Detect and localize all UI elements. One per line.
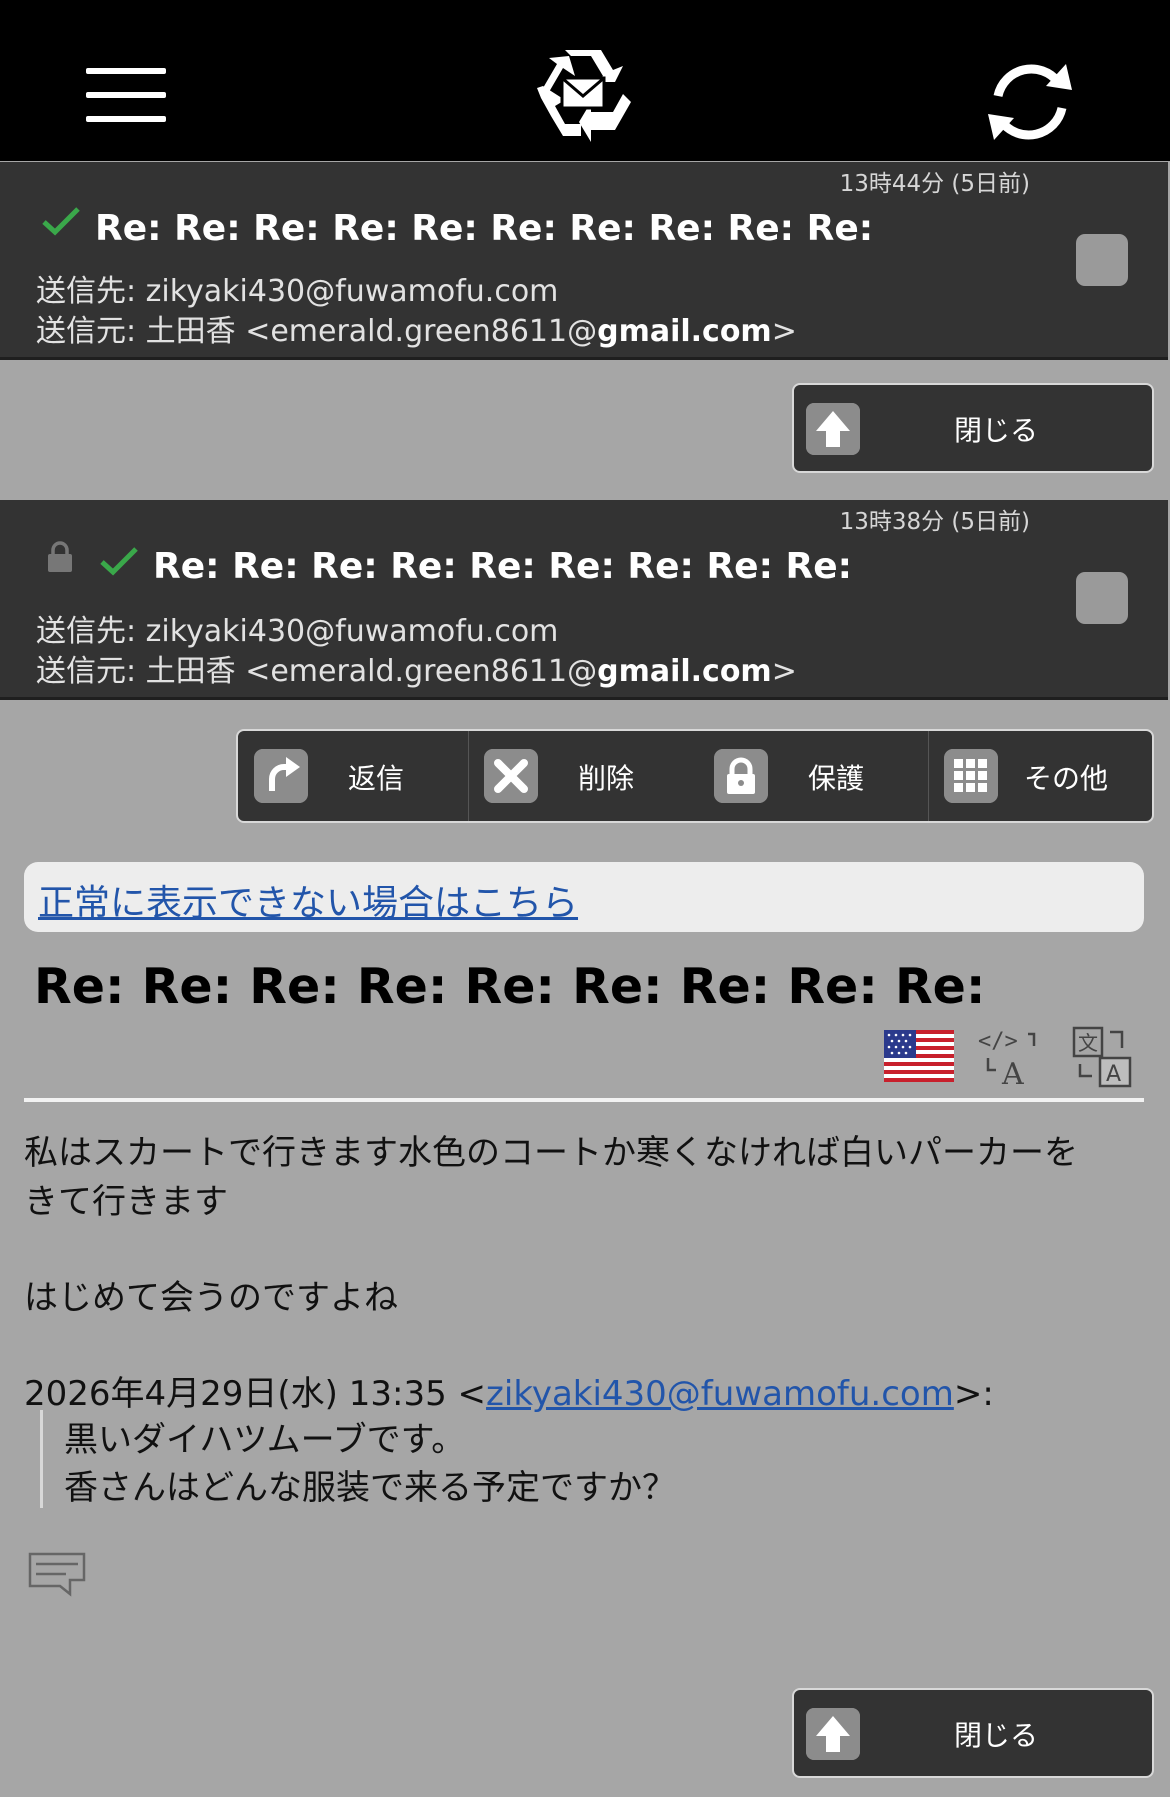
arrow-up-icon <box>806 403 860 455</box>
from-end: > <box>771 654 797 689</box>
mail-time: 13時44分 (5日前) <box>839 171 1030 197</box>
from-end: > <box>771 314 797 349</box>
to-label: 送信先: <box>36 614 137 649</box>
mail-time: 13時38分 (5日前) <box>839 509 1030 535</box>
lock-icon <box>48 541 72 572</box>
from-label: 送信元: <box>36 314 137 349</box>
svg-text:A: A <box>1106 1062 1121 1087</box>
close-label: 閉じる <box>954 414 1039 447</box>
recycle-mail-logo <box>537 50 631 142</box>
svg-text:文: 文 <box>1078 1031 1098 1055</box>
action-bar: 返信 削除 保護 その他 <box>236 729 1154 823</box>
from-name: 土田香 <emerald.green8611@ <box>145 314 598 349</box>
from-name: 土田香 <emerald.green8611@ <box>145 654 598 689</box>
quote-bar <box>40 1410 43 1508</box>
read-check-icon <box>42 207 80 236</box>
protect-label: 保護 <box>808 762 865 795</box>
mail-subject: Re: Re: Re: Re: Re: Re: Re: Re: Re: <box>153 546 853 587</box>
select-checkbox[interactable] <box>1076 572 1128 624</box>
message-bubble-icon[interactable] <box>26 1550 88 1602</box>
close-button[interactable]: 閉じる <box>792 1688 1154 1778</box>
more-label: その他 <box>1024 762 1109 795</box>
lock-icon <box>714 749 768 803</box>
mail-list-item[interactable]: 13時38分 (5日前) Re: Re: Re: Re: Re: Re: Re:… <box>0 500 1168 700</box>
to-address: zikyaki430@fuwamofu.com <box>145 614 559 649</box>
grid-icon <box>944 749 998 803</box>
from-domain: gmail.com <box>597 314 772 349</box>
display-notice: 正常に表示できない場合はこちら <box>24 862 1144 932</box>
reply-label: 返信 <box>348 762 405 795</box>
svg-text:</>: </> <box>978 1029 1018 1054</box>
mail-from: 送信元: 土田香 <emerald.green8611@gmail.com> <box>36 646 797 690</box>
html-text-toggle-icon[interactable]: </> A <box>976 1024 1042 1090</box>
body-line: 私はスカートで行きます水色のコートか寒くなければ白いパーカーを <box>24 1133 1078 1173</box>
message-subject: Re: Re: Re: Re: Re: Re: Re: Re: Re: <box>34 958 986 1015</box>
quote-line: 黒いダイハツムーブです。 <box>64 1420 466 1460</box>
mail-subject: Re: Re: Re: Re: Re: Re: Re: Re: Re: Re: <box>95 208 874 249</box>
quote-email-link[interactable]: zikyaki430@fuwamofu.com <box>486 1374 954 1414</box>
us-flag-icon[interactable] <box>884 1030 954 1082</box>
mail-to: 送信先: zikyaki430@fuwamofu.com <box>36 266 558 310</box>
delete-x-icon <box>484 749 538 803</box>
arrow-up-icon <box>806 1708 860 1760</box>
display-fallback-link[interactable]: 正常に表示できない場合はこちら <box>38 874 578 926</box>
close-button[interactable]: 閉じる <box>792 383 1154 473</box>
delete-label: 削除 <box>578 762 635 795</box>
body-line: はじめて会うのですよね <box>24 1278 398 1318</box>
to-label: 送信先: <box>36 274 137 309</box>
from-label: 送信元: <box>36 654 137 689</box>
from-domain: gmail.com <box>597 654 772 689</box>
refresh-icon[interactable] <box>982 56 1078 146</box>
select-checkbox[interactable] <box>1076 234 1128 286</box>
top-bar <box>0 0 1170 161</box>
delete-button[interactable]: 削除 <box>468 731 698 821</box>
reply-button[interactable]: 返信 <box>238 731 468 821</box>
translate-icon[interactable]: 文 A <box>1070 1024 1136 1090</box>
more-button[interactable]: その他 <box>928 731 1154 821</box>
mail-list-item[interactable]: 13時44分 (5日前) Re: Re: Re: Re: Re: Re: Re:… <box>0 162 1168 360</box>
divider <box>24 1098 1144 1102</box>
to-address: zikyaki430@fuwamofu.com <box>145 274 559 309</box>
quote-header-suffix: >: <box>953 1374 994 1414</box>
close-label: 閉じる <box>954 1719 1039 1752</box>
body-line: きて行きます <box>24 1182 228 1222</box>
quote-header-prefix: 2026年4月29日(水) 13:35 < <box>24 1374 487 1414</box>
hamburger-menu-icon[interactable] <box>86 68 166 122</box>
read-check-icon <box>100 547 138 576</box>
quote-line: 香さんはどんな服装で来る予定ですか？ <box>64 1468 676 1508</box>
mail-to: 送信先: zikyaki430@fuwamofu.com <box>36 606 558 650</box>
reply-icon <box>254 749 308 803</box>
protect-button[interactable]: 保護 <box>698 731 928 821</box>
quote-header: 2026年4月29日(水) 13:35 <zikyaki430@fuwamofu… <box>24 1366 994 1415</box>
svg-text:A: A <box>1001 1057 1024 1090</box>
mail-from: 送信元: 土田香 <emerald.green8611@gmail.com> <box>36 306 797 350</box>
